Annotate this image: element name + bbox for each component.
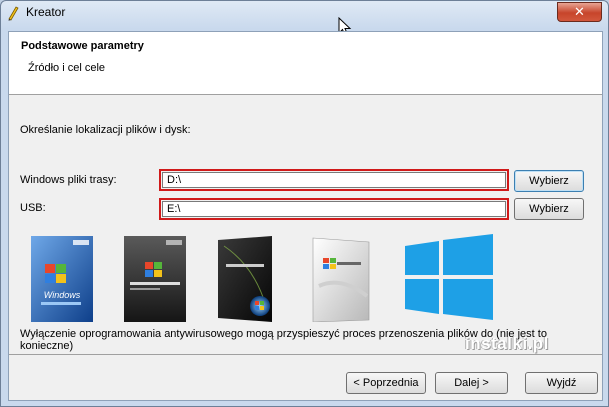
close-button[interactable]: ✕: [557, 2, 602, 22]
watermark-text: instalki.pl: [465, 334, 549, 353]
title-bar[interactable]: Kreator ✕: [1, 1, 608, 25]
page-title: Podstawowe parametry: [21, 40, 144, 52]
back-button[interactable]: < Poprzednia: [346, 372, 426, 394]
windows-server-2003-box: [124, 236, 186, 322]
usb-path-input[interactable]: [159, 198, 509, 220]
windows-files-path-input[interactable]: [159, 169, 509, 191]
wizard-header: Podstawowe parametry Źródło i cel cele: [9, 32, 602, 95]
watermark: instalki.pl: [465, 332, 601, 356]
kreator-window: Kreator ✕ Podstawowe parametry Źródło i …: [0, 0, 609, 407]
usb-browse-button[interactable]: Wybierz: [514, 198, 584, 220]
next-button[interactable]: Dalej >: [435, 372, 508, 394]
svg-text:Windows: Windows: [44, 290, 81, 300]
windows-files-label: Windows pliki trasy:: [20, 174, 117, 186]
windows-xp-box: Windows: [31, 236, 93, 322]
windows-8-logo: [405, 234, 493, 320]
wizard-panel: Podstawowe parametry Źródło i cel cele O…: [8, 31, 603, 401]
section-label: Określanie lokalizacji plików i dysk:: [20, 124, 191, 136]
page-subtitle: Źródło i cel cele: [28, 62, 106, 74]
footer-divider: [9, 354, 602, 355]
pencil-icon: [8, 6, 19, 21]
windows-files-browse-button[interactable]: Wybierz: [514, 170, 584, 192]
exit-button[interactable]: Wyjdź: [525, 372, 598, 394]
windows-server-2008-box: [312, 237, 370, 322]
windows-vista-box: [218, 236, 272, 322]
window-title: Kreator: [26, 5, 66, 19]
usb-label: USB:: [20, 202, 46, 214]
